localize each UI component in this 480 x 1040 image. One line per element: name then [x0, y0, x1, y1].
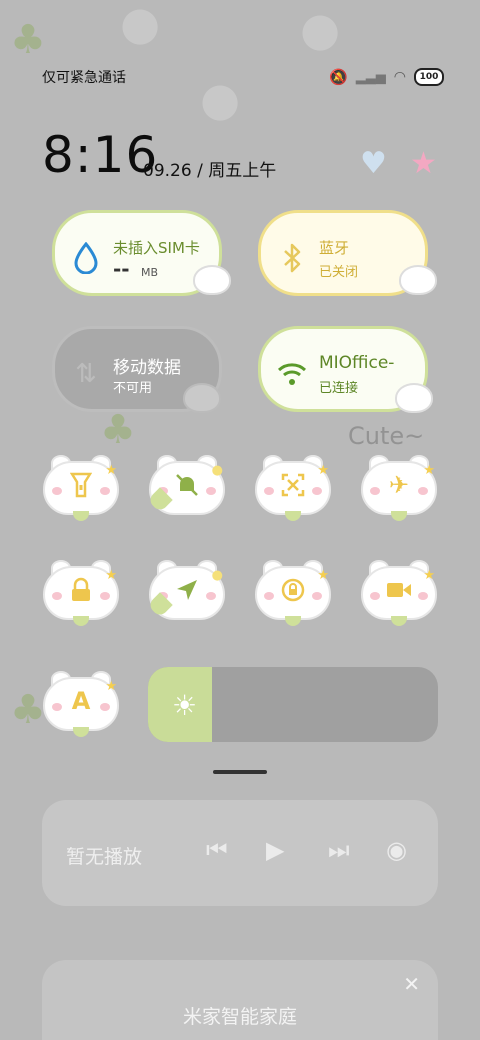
date: 09.26 / 周五上午: [143, 161, 277, 181]
mute-bell-icon: [171, 469, 203, 501]
tile-wifi-status: 已连接: [319, 381, 359, 396]
tile-wifi[interactable]: MIOffice- 已连接: [258, 326, 433, 413]
status-icons: 🔕 ▂▃▅ ◠ 100: [329, 68, 444, 86]
background-clover: ♣: [10, 17, 46, 63]
next-track-icon[interactable]: ⏭: [328, 836, 350, 864]
rotation-lock-icon: [277, 574, 309, 606]
star-decoration-icon: ★: [423, 568, 435, 583]
mute-icon: 🔕: [329, 68, 348, 86]
star-decoration-icon: ★: [317, 568, 329, 583]
screenshot-icon: [277, 469, 309, 501]
background-cute-text: Cute~: [348, 422, 425, 450]
status-bar: 仅可紧急通话 🔕 ▂▃▅ ◠ 100: [42, 66, 444, 88]
chick-decoration-icon: ●: [211, 568, 223, 583]
wifi-icon: ◠: [393, 69, 406, 85]
sun-icon: ☀: [172, 689, 198, 722]
tile-mobile-data-status: 不可用: [113, 381, 153, 396]
star-decoration-icon: ★: [317, 463, 329, 478]
heart-sticker-icon: ♥: [360, 146, 387, 181]
carrier-text: 仅可紧急通话: [42, 70, 126, 86]
background-clover: ♣: [100, 407, 136, 453]
star-decoration-icon: ★: [105, 463, 117, 478]
media-player-card: 暂无播放 ⏮ ▶ ⏭ ◉: [42, 800, 438, 906]
font-size-icon: A: [71, 687, 91, 715]
toggle-font-size[interactable]: A ★: [43, 671, 119, 737]
battery-icon: 100: [414, 68, 444, 86]
signal-icon: ▂▃▅: [355, 69, 386, 85]
tile-sim-title: 未插入SIM卡: [113, 239, 200, 257]
media-status-text: 暂无播放: [66, 846, 143, 868]
cat-sticker-icon: [193, 265, 231, 295]
smart-home-title: 米家智能家庭: [182, 1006, 297, 1028]
tile-bluetooth[interactable]: 蓝牙 已关闭: [258, 210, 437, 296]
background-clover: ♣: [10, 687, 46, 733]
toggle-flashlight[interactable]: ★: [43, 455, 119, 521]
data-usage-unit: MB: [141, 266, 159, 279]
toggle-location[interactable]: ●: [147, 560, 225, 626]
clock: 8:16: [42, 126, 159, 184]
wifi-icon: [275, 357, 309, 391]
tile-bluetooth-title: 蓝牙: [319, 239, 350, 257]
close-icon[interactable]: ✕: [403, 972, 420, 996]
cast-output-icon[interactable]: ◉: [386, 836, 407, 864]
background-cat-doodle: ●: [120, 0, 161, 50]
airplane-icon: ✈: [388, 471, 410, 499]
toggle-screenshot[interactable]: ★: [255, 455, 331, 521]
toggle-mute[interactable]: ●: [147, 455, 225, 521]
background-cat-doodle: ●: [300, 2, 341, 56]
location-icon: [171, 574, 203, 606]
tile-bluetooth-status: 已关闭: [319, 265, 359, 280]
mobile-data-icon: ⇅: [75, 359, 97, 389]
star-decoration-icon: ★: [105, 679, 117, 694]
star-decoration-icon: ★: [105, 568, 117, 583]
previous-track-icon[interactable]: ⏮: [206, 836, 228, 864]
smart-home-card[interactable]: ✕ 米家智能家庭: [42, 960, 438, 1040]
toggle-screen-record[interactable]: ★: [361, 560, 437, 626]
data-usage-value: --: [113, 257, 130, 281]
play-icon[interactable]: ▶: [266, 836, 284, 864]
chick-decoration-icon: ●: [211, 463, 223, 478]
flashlight-icon: [65, 469, 97, 501]
tile-mobile-data[interactable]: ⇅ 移动数据 不可用: [52, 326, 222, 413]
star-sticker-icon: ★: [410, 146, 437, 181]
cat-sticker-icon: [399, 265, 437, 295]
video-record-icon: [383, 574, 415, 606]
water-drop-icon: [69, 241, 103, 275]
toggle-auto-rotate[interactable]: ★: [255, 560, 331, 626]
cat-sticker-icon: [395, 383, 433, 413]
star-decoration-icon: ★: [423, 463, 435, 478]
toggle-airplane-mode[interactable]: ✈ ★: [361, 455, 437, 521]
toggle-screen-lock[interactable]: ★: [43, 560, 119, 626]
bluetooth-icon: [275, 241, 309, 275]
brightness-slider[interactable]: ☀: [148, 667, 438, 742]
tile-sim-data-usage[interactable]: 未插入SIM卡 -- MB: [52, 210, 231, 296]
tile-wifi-title: MIOffice-: [319, 353, 395, 373]
tile-mobile-data-title: 移动数据: [113, 358, 181, 378]
cat-sticker-icon: [183, 383, 221, 413]
panel-drag-handle[interactable]: [213, 770, 267, 774]
lock-icon: [65, 574, 97, 606]
